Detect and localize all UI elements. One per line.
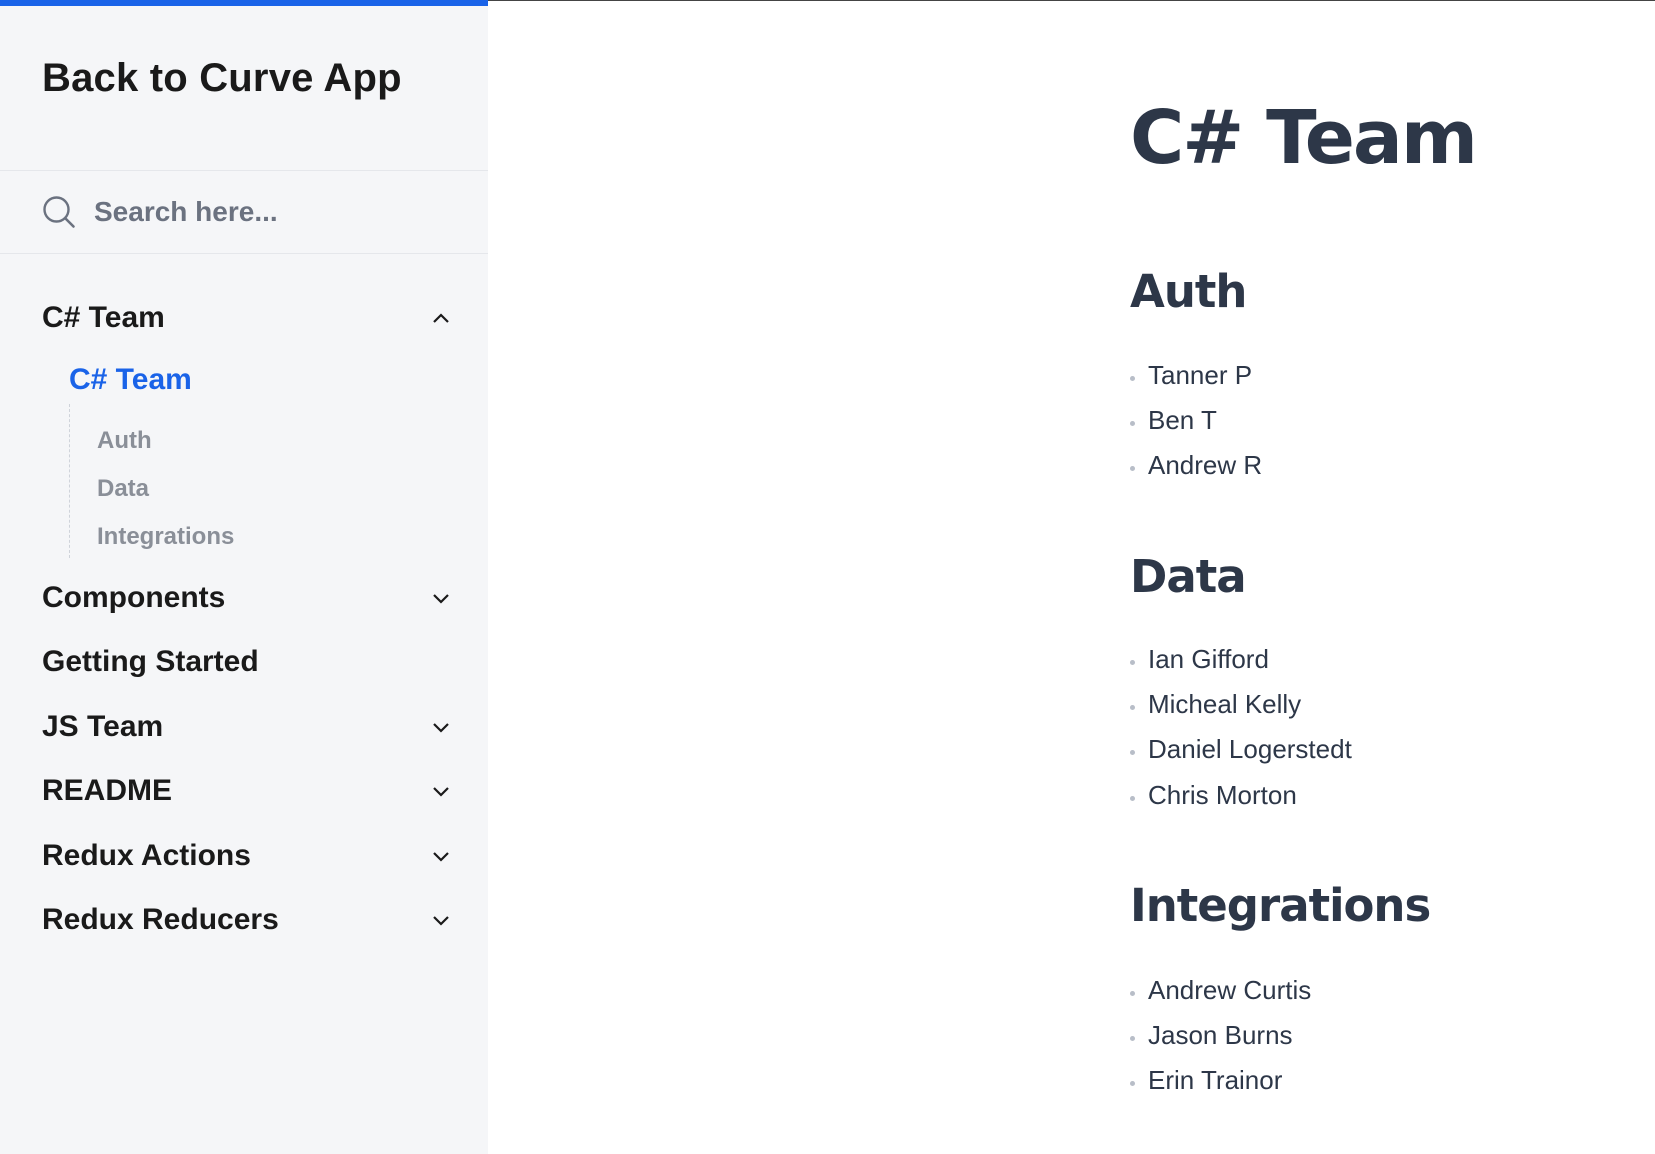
search-bar	[0, 171, 488, 253]
list-item: Jason Burns	[1130, 1020, 1293, 1051]
chevron-down-icon[interactable]	[432, 785, 450, 797]
bullet	[1130, 705, 1135, 710]
list-item: Andrew R	[1130, 450, 1262, 481]
list-item: Erin Trainor	[1130, 1065, 1282, 1096]
sidebar-item-readme[interactable]: README	[42, 769, 458, 813]
chevron-down-icon[interactable]	[432, 721, 450, 733]
search-input[interactable]	[94, 196, 434, 228]
section-heading-integrations: Integrations	[1130, 879, 1431, 932]
section-heading-data: Data	[1130, 550, 1247, 603]
toc-item-data[interactable]: Data	[97, 475, 149, 503]
search-icon	[43, 196, 75, 228]
chevron-down-icon[interactable]	[432, 914, 450, 926]
toc-item-integrations[interactable]: Integrations	[97, 523, 234, 551]
list-item: Tanner P	[1130, 360, 1252, 391]
bullet	[1130, 376, 1135, 381]
member-name: Daniel Logerstedt	[1148, 734, 1352, 764]
member-name: Andrew R	[1148, 450, 1263, 480]
sidebar-item-js-team[interactable]: JS Team	[42, 705, 458, 749]
list-item: Micheal Kelly	[1130, 689, 1301, 720]
member-name: Tanner P	[1148, 360, 1253, 390]
bullet	[1130, 660, 1135, 665]
toc-item-auth[interactable]: Auth	[97, 427, 152, 455]
bullet	[1130, 991, 1135, 996]
member-name: Andrew Curtis	[1148, 975, 1312, 1005]
back-to-app-link[interactable]: Back to Curve App	[42, 56, 402, 101]
chevron-down-icon[interactable]	[432, 850, 450, 862]
sidebar-divider	[0, 253, 488, 254]
member-name: Micheal Kelly	[1148, 689, 1302, 719]
member-name: Chris Morton	[1148, 780, 1297, 810]
section-heading-auth: Auth	[1130, 265, 1247, 318]
sidebar-item-label: C# Team	[42, 301, 165, 334]
bullet	[1130, 750, 1135, 755]
sidebar-item-label: JS Team	[42, 710, 164, 743]
bullet	[1130, 1081, 1135, 1086]
chevron-down-icon[interactable]	[432, 592, 450, 604]
member-name: Jason Burns	[1148, 1020, 1293, 1050]
bullet	[1130, 466, 1135, 471]
sidebar-item-label: Redux Actions	[42, 839, 251, 872]
sidebar: Back to Curve App C# Team C# Team Auth D…	[0, 0, 488, 1154]
member-name: Erin Trainor	[1148, 1065, 1283, 1095]
sidebar-item-components[interactable]: Components	[42, 576, 458, 620]
sidebar-item-label: Redux Reducers	[42, 903, 279, 936]
list-item: Chris Morton	[1130, 780, 1297, 811]
sidebar-subitem-csharp-team[interactable]: C# Team	[69, 363, 192, 397]
page-title: C# Team	[1130, 95, 1478, 181]
toc-rail	[69, 404, 70, 558]
bullet	[1130, 1036, 1135, 1041]
list-item: Daniel Logerstedt	[1130, 734, 1352, 765]
sidebar-item-redux-actions[interactable]: Redux Actions	[42, 834, 458, 878]
list-item: Andrew Curtis	[1130, 975, 1311, 1006]
list-item: Ben T	[1130, 405, 1217, 436]
sidebar-item-label: Components	[42, 581, 226, 614]
bullet	[1130, 421, 1135, 426]
bullet	[1130, 796, 1135, 801]
member-name: Ben T	[1148, 405, 1217, 435]
main-content: C# Team Auth Tanner P Ben T Andrew R Dat…	[488, 0, 1655, 1154]
sidebar-item-redux-reducers[interactable]: Redux Reducers	[42, 898, 458, 942]
sidebar-item-label: README	[42, 774, 173, 807]
member-name: Ian Gifford	[1148, 644, 1269, 674]
reading-progress-bar	[0, 0, 488, 6]
list-item: Ian Gifford	[1130, 644, 1269, 675]
chevron-up-icon[interactable]	[432, 312, 450, 324]
sidebar-item-label: Getting Started	[42, 645, 259, 678]
sidebar-item-getting-started[interactable]: Getting Started	[42, 640, 458, 684]
sidebar-item-csharp-team[interactable]: C# Team	[42, 296, 458, 340]
